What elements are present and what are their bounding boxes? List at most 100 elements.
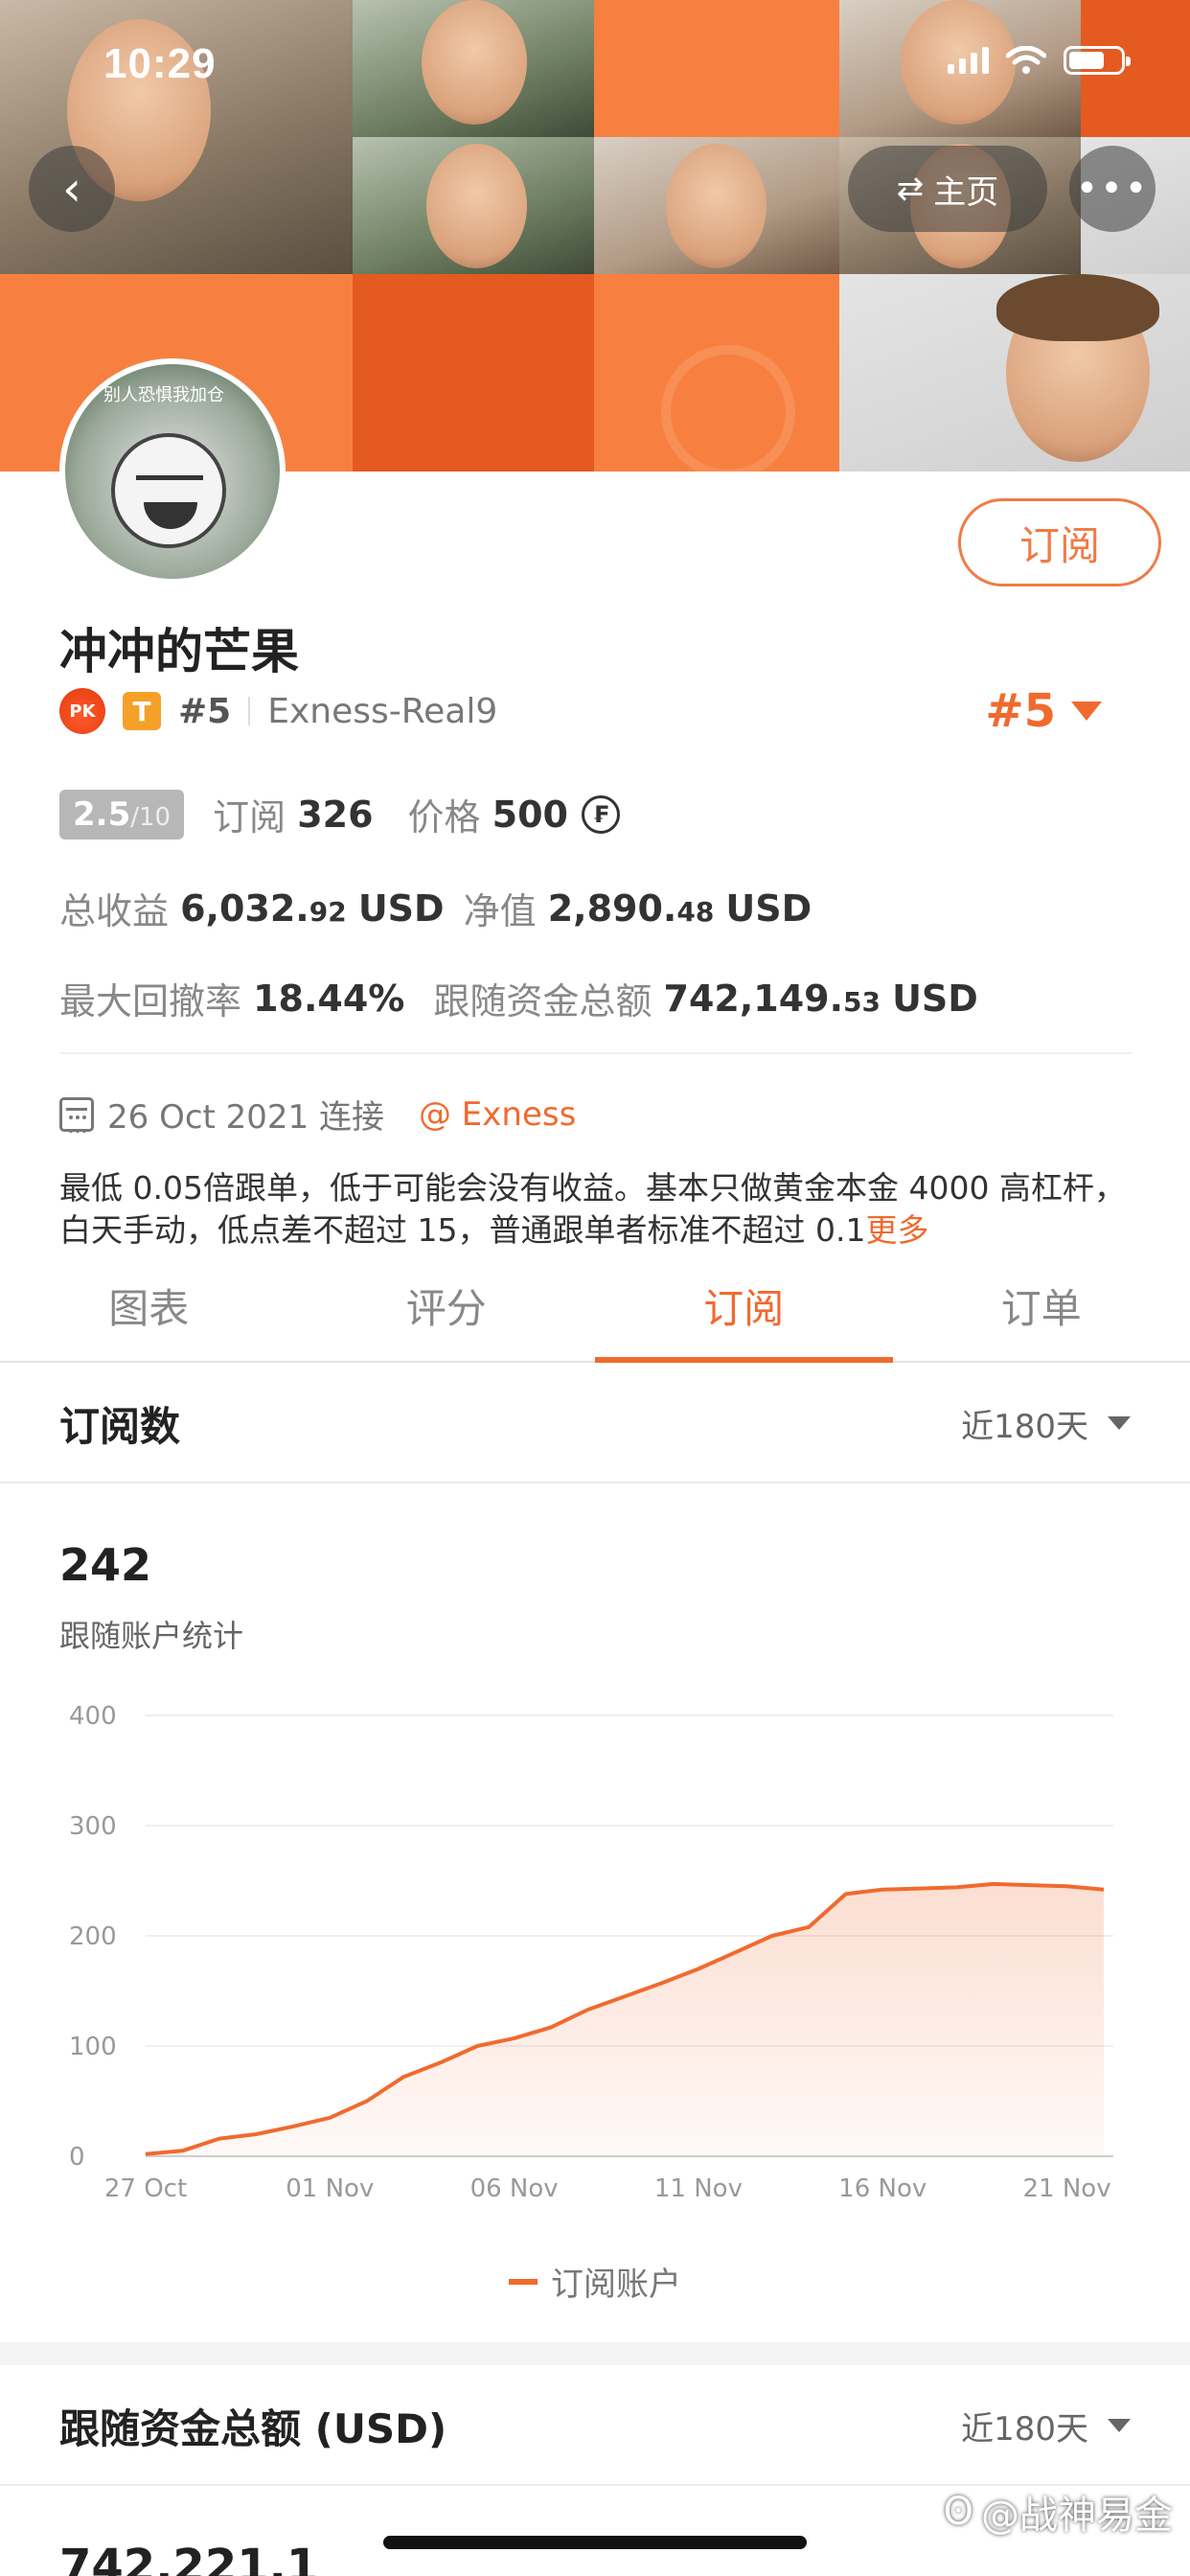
x-tick-label: 06 Nov: [470, 2174, 559, 2203]
description-text: 最低 0.05倍跟单，低于可能会没有收益。基本只做黄金本金 4000 高杠杆，白…: [59, 1169, 1126, 1249]
divider: [248, 697, 251, 725]
status-icons: [948, 46, 1131, 75]
calendar-icon: [59, 1096, 94, 1133]
swap-icon: ⇄: [896, 170, 925, 208]
weibo-icon: ʘ: [943, 2490, 973, 2534]
funds-value: 742,221.1: [59, 2540, 319, 2576]
score-value: 2.5: [73, 794, 131, 834]
subscriber-subtitle: 跟随账户统计: [59, 1618, 244, 1654]
rank-label: #5: [178, 691, 232, 731]
banner-pattern: [661, 345, 795, 472]
section-title: 跟随资金总额 (USD): [59, 2404, 447, 2452]
chart-legend: 订阅账户: [0, 2258, 1190, 2305]
range-label: 近180天: [961, 1407, 1088, 1446]
total-profit-label: 总收益: [59, 890, 170, 932]
stats-row-2: 总收益 6,032. 92 USD 净值 2,890. 48 USD: [59, 882, 812, 934]
banner-face: [422, 0, 527, 125]
subscriptions-label: 订阅: [213, 796, 286, 839]
x-tick-label: 11 Nov: [654, 2174, 743, 2203]
x-tick-label: 01 Nov: [286, 2174, 374, 2203]
more-button[interactable]: •••: [1069, 146, 1156, 232]
total-profit-int: 6,032.: [180, 886, 309, 930]
home-button-label: 主页: [933, 172, 999, 212]
price-label: 价格: [407, 796, 481, 839]
banner-tile: [594, 0, 839, 137]
status-time: 10:29: [103, 40, 217, 87]
broker-link[interactable]: @ Exness: [419, 1095, 576, 1134]
y-tick-label: 100: [69, 2033, 117, 2061]
account-label: Exness-Real9: [267, 691, 498, 731]
range-label: 近180天: [961, 2409, 1088, 2449]
caret-down-icon: [1108, 1416, 1131, 1430]
wifi-icon: [1006, 46, 1046, 74]
funds-header: 跟随资金总额 (USD) 近180天: [0, 2367, 1190, 2486]
battery-icon: [1064, 46, 1131, 75]
stats-row-3: 最大回撤率 18.44% 跟随资金总额 742,149. 53 USD: [59, 972, 978, 1024]
home-indicator[interactable]: [383, 2536, 807, 2549]
section-title: 订阅数: [59, 1402, 181, 1450]
range-dropdown[interactable]: 近180天: [961, 1400, 1131, 1447]
price-value: 500: [492, 793, 568, 836]
stats-row-1: 2.5/10 订阅 326 价格 500 ₣: [59, 788, 620, 840]
subscribe-button[interactable]: 订阅: [958, 498, 1161, 586]
caret-down-icon: [1108, 2419, 1131, 2432]
rank-dropdown[interactable]: #5: [985, 684, 1102, 738]
banner-tile: [353, 274, 594, 472]
connection-meta: 26 Oct 2021 连接 @ Exness: [59, 1091, 576, 1138]
x-tick-label: 27 Oct: [104, 2174, 187, 2203]
tab-rating[interactable]: 评分: [298, 1263, 596, 1361]
strategy-description: 最低 0.05倍跟单，低于可能会没有收益。基本只做黄金本金 4000 高杠杆，白…: [59, 1167, 1133, 1252]
tab-chart[interactable]: 图表: [0, 1263, 298, 1361]
avatar[interactable]: 别人恐惧我加仓: [59, 358, 286, 585]
follow-funds-unit: USD: [892, 977, 978, 1020]
divider: [59, 1052, 1133, 1054]
follow-funds-dec: 53: [843, 985, 881, 1018]
total-profit-dec: 92: [309, 895, 347, 928]
section-separator: [0, 2342, 1190, 2365]
chevron-left-icon: ‹: [62, 161, 81, 217]
equity-label: 净值: [463, 890, 537, 932]
tab-bar: 图表 评分 订阅 订单: [0, 1263, 1190, 1363]
range-dropdown[interactable]: 近180天: [961, 2403, 1131, 2450]
series-area: [146, 1883, 1104, 2156]
legend-swatch: [509, 2278, 538, 2285]
total-profit-unit: USD: [357, 886, 445, 930]
equity-dec: 48: [676, 895, 715, 928]
subscriptions-header: 订阅数 近180天: [0, 1365, 1190, 1484]
home-button[interactable]: ⇄ 主页: [848, 146, 1047, 232]
back-button[interactable]: ‹: [29, 146, 115, 232]
y-tick-label: 0: [69, 2143, 85, 2172]
subscriptions-value: 326: [297, 793, 374, 836]
equity-unit: USD: [725, 886, 812, 930]
subscriber-count: 242: [59, 1539, 152, 1591]
banner-face: [666, 144, 767, 268]
pk-flame-icon[interactable]: PK: [59, 688, 105, 734]
trader-name: 冲冲的芒果: [59, 624, 299, 679]
x-tick-label: 21 Nov: [1022, 2174, 1110, 2203]
follow-funds-label: 跟随资金总额: [433, 980, 652, 1023]
y-tick-label: 200: [69, 1922, 117, 1951]
ellipsis-icon: •••: [1075, 167, 1150, 211]
avatar-face: [111, 433, 226, 548]
legend-label: 订阅账户: [551, 2266, 681, 2304]
trader-badges: PK T #5 Exness-Real9: [59, 688, 497, 734]
follow-funds-int: 742,149.: [663, 977, 844, 1020]
score-max: /10: [130, 802, 172, 832]
more-link[interactable]: 更多: [865, 1211, 928, 1249]
score-badge: 2.5/10: [59, 789, 185, 840]
avatar-caption: 别人恐惧我加仓: [103, 385, 224, 405]
max-drawdown-label: 最大回撤率: [59, 980, 242, 1023]
tab-subscriptions[interactable]: 订阅: [595, 1263, 893, 1363]
caret-down-icon: [1071, 702, 1102, 721]
banner-face: [426, 144, 527, 268]
tab-orders[interactable]: 订单: [893, 1263, 1190, 1361]
x-tick-label: 16 Nov: [838, 2174, 927, 2203]
connected-date: 26 Oct 2021 连接: [107, 1098, 384, 1137]
y-tick-label: 300: [69, 1812, 117, 1841]
currency-coin-icon: ₣: [581, 794, 620, 834]
signal-icon: [948, 47, 989, 74]
tier-badge-icon[interactable]: T: [123, 692, 161, 730]
equity-int: 2,890.: [547, 886, 677, 930]
watermark-text: @战神易金: [981, 2494, 1173, 2538]
y-tick-label: 400: [69, 1702, 117, 1731]
